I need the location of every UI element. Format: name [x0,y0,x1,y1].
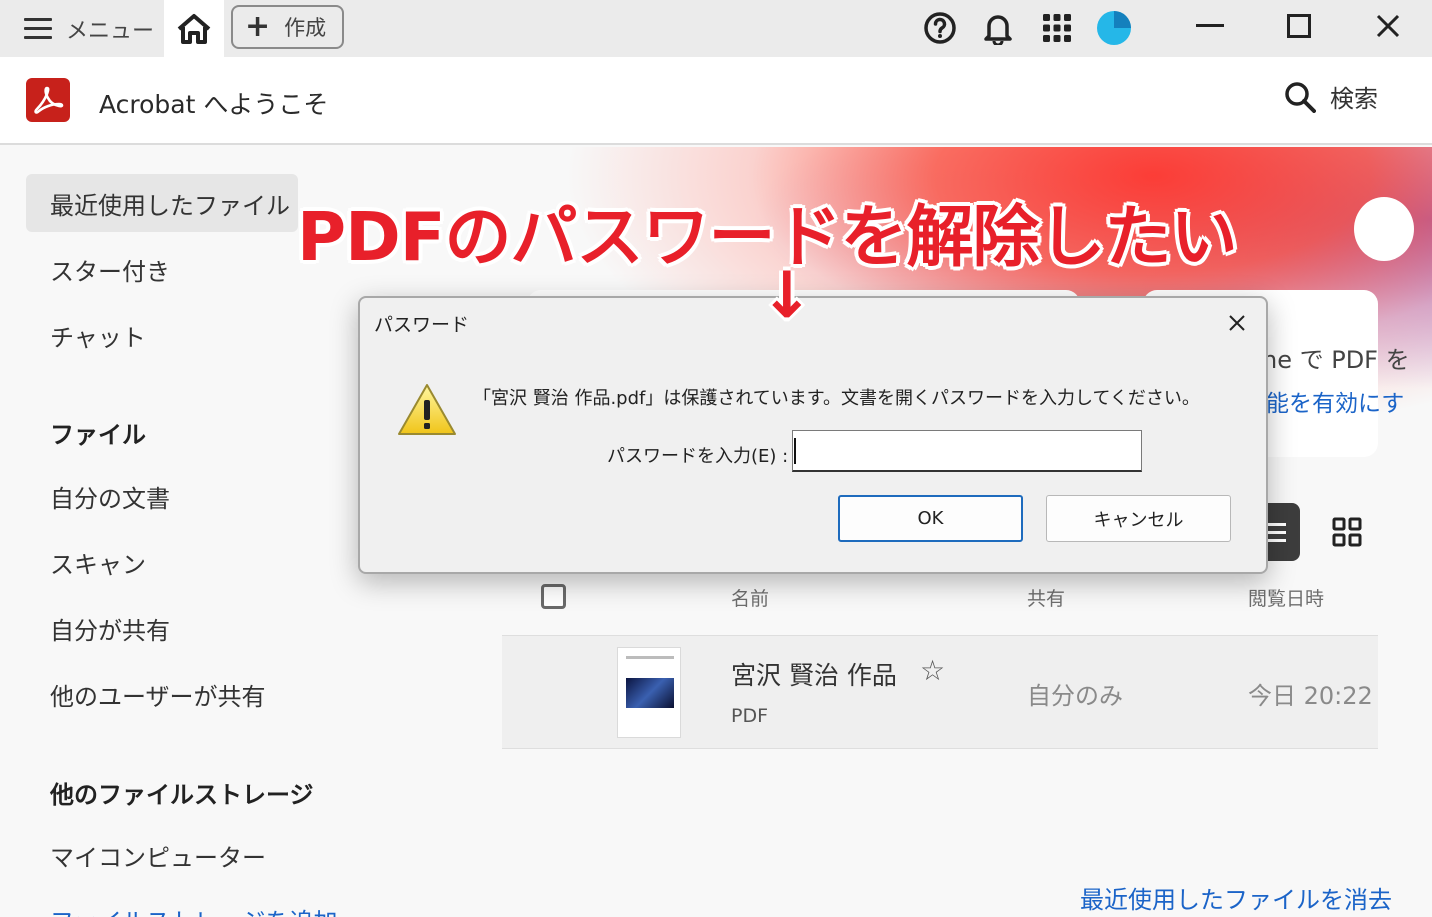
file-type: PDF [731,705,769,727]
menu-button[interactable]: メニュー [0,0,160,57]
sidebar-heading-files: ファイル [50,421,146,449]
column-header-viewed[interactable]: 閲覧日時 [1248,584,1324,611]
home-tab[interactable] [164,0,224,57]
cancel-button[interactable]: キャンセル [1046,495,1231,542]
sidebar-item-starred[interactable]: スター付き [26,240,298,298]
maximize-icon[interactable] [1259,0,1339,52]
select-all-checkbox[interactable] [541,584,566,609]
sidebar-item-chat[interactable]: チャット [26,306,298,364]
file-shared-status: 自分のみ [1027,682,1123,710]
help-icon[interactable] [920,8,960,48]
password-input[interactable] [792,430,1142,472]
promo-card-text: ne で PDF を [1262,346,1410,374]
banner-decoration [1354,197,1414,261]
column-header-shared[interactable]: 共有 [1027,584,1065,611]
menu-label: メニュー [66,18,155,44]
password-label: パスワードを入力(E) : [607,446,789,467]
sidebar-item-recent[interactable]: 最近使用したファイル [26,174,298,232]
title-bar: メニュー + 作成 [0,0,1432,57]
add-storage-link[interactable]: ファイルストレージを追加 [50,902,338,917]
file-name[interactable]: 宮沢 賢治 作品 [731,656,897,692]
dialog-title: パスワード [374,314,470,336]
password-dialog: パスワード 「宮沢 賢治 作品.pdf」は保護されています。文書を開くパスワード… [358,296,1268,574]
search-icon [1285,81,1316,113]
dialog-close-icon[interactable] [1224,310,1250,336]
sidebar-item-my-documents[interactable]: 自分の文書 [26,467,298,525]
file-viewed-date: 今日 20:22 [1248,682,1373,710]
avatar-icon[interactable] [1094,8,1134,48]
create-label: 作成 [284,16,327,40]
create-button[interactable]: + 作成 [231,5,344,49]
grid-view-icon[interactable] [1332,517,1362,547]
promo-card-link[interactable]: 能を有効にす [1266,384,1404,418]
app-title: Acrobat へようこそ [99,90,329,119]
sidebar-item-shared-with-me[interactable]: 他のユーザーが共有 [26,665,298,723]
sidebar-item-my-computer[interactable]: マイコンピューター [26,826,298,884]
text-caret [794,438,796,464]
hamburger-icon [24,17,52,40]
acrobat-logo-icon [26,78,70,122]
search-button[interactable]: 検索 [1284,79,1378,114]
sidebar-item-scans[interactable]: スキャン [26,533,298,591]
ok-button[interactable]: OK [838,495,1023,542]
annotation-arrow: ↓ [760,259,814,333]
minimize-icon[interactable] [1170,0,1250,52]
clear-recent-link[interactable]: 最近使用したファイルを消去 [1080,880,1392,915]
app-header: Acrobat へようこそ 検索 [0,57,1432,145]
bell-icon[interactable] [978,8,1018,48]
dialog-message: 「宮沢 賢治 作品.pdf」は保護されています。文書を開くパスワードを入力してく… [473,388,1200,409]
sidebar-item-shared-by-me[interactable]: 自分が共有 [26,599,298,657]
search-label: 検索 [1330,85,1378,113]
close-icon[interactable] [1348,0,1428,52]
sidebar: 最近使用したファイル スター付き チャット ファイル 自分の文書 スキャン 自分… [0,147,338,917]
warning-icon [396,382,458,438]
plus-icon: + [245,9,271,44]
apps-grid-icon[interactable] [1037,8,1077,48]
sidebar-heading-storage: 他のファイルストレージ [50,781,314,809]
star-icon[interactable]: ☆ [920,654,945,687]
home-icon [177,13,211,44]
file-thumbnail [617,647,681,738]
column-header-name[interactable]: 名前 [731,584,769,611]
